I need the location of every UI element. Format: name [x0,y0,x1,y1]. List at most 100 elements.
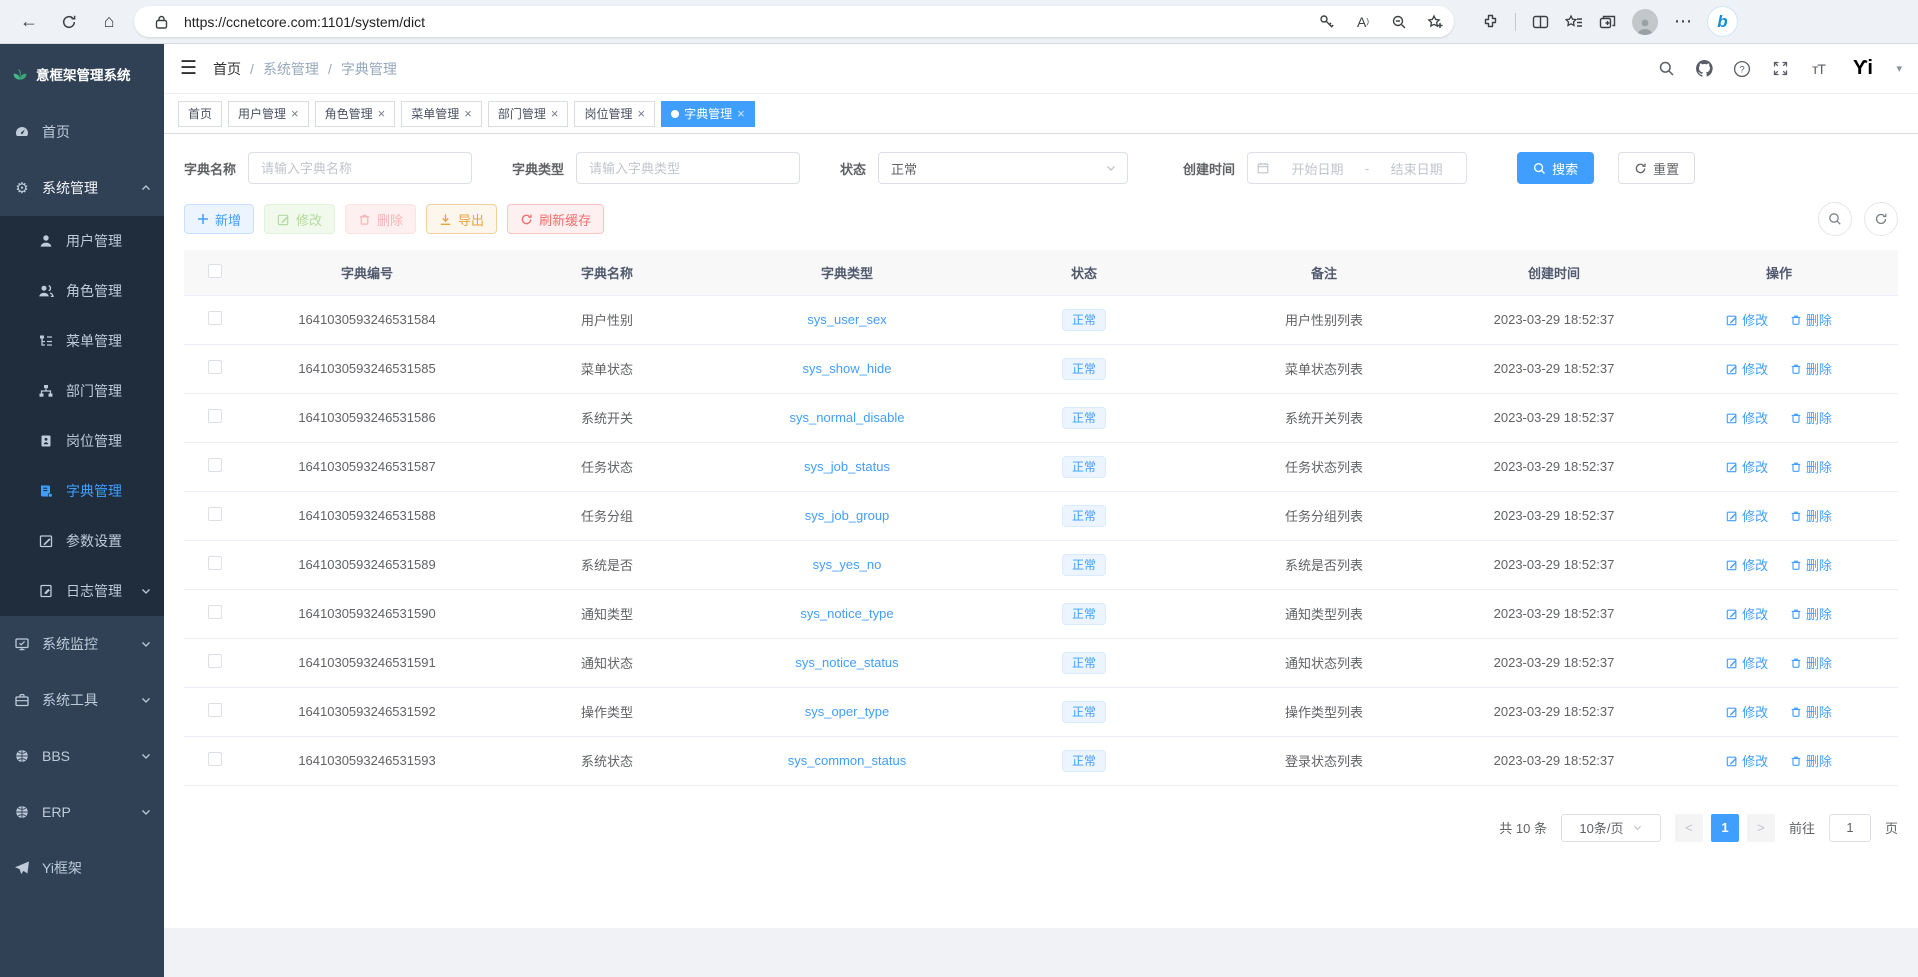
sidebar-item-bbs[interactable]: BBS [0,728,164,784]
zoom-out-icon[interactable] [1386,9,1412,35]
tab-close-icon[interactable]: × [291,106,299,121]
row-delete-button[interactable]: 删除 [1790,359,1832,378]
row-delete-button[interactable]: 删除 [1790,604,1832,623]
row-checkbox[interactable] [208,409,222,423]
tab[interactable]: 菜单管理 × [401,101,482,127]
row-delete-button[interactable]: 删除 [1790,310,1832,329]
help-icon[interactable]: ? [1732,59,1752,79]
dict-type-link[interactable]: sys_notice_status [795,655,898,670]
dict-type-link[interactable]: sys_notice_type [800,606,893,621]
github-icon[interactable] [1694,59,1714,79]
sidebar-item-log-mgmt[interactable]: 日志管理 [0,566,164,616]
row-checkbox[interactable] [208,654,222,668]
select-all-checkbox[interactable] [208,264,222,278]
tab-close-icon[interactable]: × [551,106,559,121]
url-text[interactable]: https://ccnetcore.com:1101/system/dict [184,14,425,30]
row-edit-button[interactable]: 修改 [1726,408,1768,427]
date-end-placeholder[interactable]: 结束日期 [1375,159,1458,178]
dict-name-input[interactable] [248,152,472,184]
row-checkbox[interactable] [208,556,222,570]
row-delete-button[interactable]: 删除 [1790,702,1832,721]
row-edit-button[interactable]: 修改 [1726,555,1768,574]
row-edit-button[interactable]: 修改 [1726,653,1768,672]
sidebar-item-user-mgmt[interactable]: 用户管理 [0,216,164,266]
row-checkbox[interactable] [208,507,222,521]
dict-type-link[interactable]: sys_common_status [788,753,907,768]
row-delete-button[interactable]: 删除 [1790,555,1832,574]
row-edit-button[interactable]: 修改 [1726,457,1768,476]
goto-page-input[interactable] [1829,814,1871,842]
export-button[interactable]: 导出 [426,204,497,234]
fullscreen-icon[interactable] [1770,59,1790,79]
font-size-icon[interactable]: ᴛT [1808,59,1828,79]
row-edit-button[interactable]: 修改 [1726,359,1768,378]
sidebar-item-monitor[interactable]: 系统监控 [0,616,164,672]
prev-page-button[interactable]: < [1675,814,1703,842]
collections-icon[interactable] [1565,14,1583,30]
date-range-picker[interactable]: 开始日期 - 结束日期 [1247,152,1467,184]
row-edit-button[interactable]: 修改 [1726,310,1768,329]
row-edit-button[interactable]: 修改 [1726,702,1768,721]
dict-type-link[interactable]: sys_normal_disable [790,410,905,425]
row-edit-button[interactable]: 修改 [1726,604,1768,623]
tab-close-icon[interactable]: × [378,106,386,121]
bing-chat-icon[interactable]: b [1708,7,1737,36]
row-checkbox[interactable] [208,703,222,717]
password-key-icon[interactable] [1314,9,1340,35]
app-logo[interactable]: 意框架管理系统 [0,44,164,104]
tab-close-icon[interactable]: × [464,106,472,121]
sidebar-item-dict-mgmt[interactable]: 字典管理 [0,466,164,516]
row-checkbox[interactable] [208,752,222,766]
row-delete-button[interactable]: 删除 [1790,653,1832,672]
sidebar-item-dept-mgmt[interactable]: 部门管理 [0,366,164,416]
sidebar-collapse-icon[interactable]: ☰ [180,57,197,80]
page-size-select[interactable]: 10条/页 [1561,814,1661,842]
row-edit-button[interactable]: 修改 [1726,751,1768,770]
lock-icon[interactable] [148,9,174,35]
user-logo-avatar[interactable]: Ƴi [1846,54,1878,84]
search-button[interactable]: 搜索 [1517,152,1594,184]
row-delete-button[interactable]: 删除 [1790,506,1832,525]
favorites-add-icon[interactable] [1422,9,1448,35]
row-checkbox[interactable] [208,311,222,325]
tab[interactable]: 首页 [178,101,222,127]
tab[interactable]: 用户管理 × [228,101,309,127]
row-delete-button[interactable]: 删除 [1790,751,1832,770]
row-delete-button[interactable]: 删除 [1790,408,1832,427]
row-checkbox[interactable] [208,458,222,472]
reload-icon[interactable] [54,7,84,37]
home-icon[interactable]: ⌂ [94,7,124,37]
delete-button[interactable]: 删除 [345,204,416,234]
toggle-search-button[interactable] [1818,202,1852,236]
next-page-button[interactable]: > [1747,814,1775,842]
profile-avatar[interactable] [1632,9,1658,35]
sidebar-item-system[interactable]: ⚙ 系统管理 [0,160,164,216]
tab[interactable]: 岗位管理 × [574,101,655,127]
date-start-placeholder[interactable]: 开始日期 [1276,159,1359,178]
edit-button[interactable]: 修改 [264,204,335,234]
sidebar-item-erp[interactable]: ERP [0,784,164,840]
back-icon[interactable]: ← [14,7,44,37]
tab[interactable]: 部门管理 × [488,101,569,127]
breadcrumb-system[interactable]: 系统管理 [263,59,319,79]
current-page-button[interactable]: 1 [1711,814,1739,842]
row-delete-button[interactable]: 删除 [1790,457,1832,476]
tab[interactable]: 角色管理 × [315,101,396,127]
sidebar-item-home[interactable]: 首页 [0,104,164,160]
dict-type-link[interactable]: sys_yes_no [813,557,882,572]
split-screen-icon[interactable] [1532,14,1549,30]
tab-group-add-icon[interactable] [1599,14,1616,30]
header-search-icon[interactable] [1656,59,1676,79]
sidebar-item-post-mgmt[interactable]: 岗位管理 [0,416,164,466]
dict-type-link[interactable]: sys_job_status [804,459,890,474]
read-aloud-icon[interactable]: A) [1350,9,1376,35]
dict-type-link[interactable]: sys_oper_type [805,704,890,719]
status-select[interactable]: 正常 [878,152,1128,184]
row-checkbox[interactable] [208,605,222,619]
row-checkbox[interactable] [208,360,222,374]
tab-close-icon[interactable]: × [737,106,745,121]
sidebar-item-tools[interactable]: 系统工具 [0,672,164,728]
sidebar-item-param-settings[interactable]: 参数设置 [0,516,164,566]
caret-down-icon[interactable]: ▾ [1896,62,1902,75]
dict-type-link[interactable]: sys_show_hide [803,361,892,376]
